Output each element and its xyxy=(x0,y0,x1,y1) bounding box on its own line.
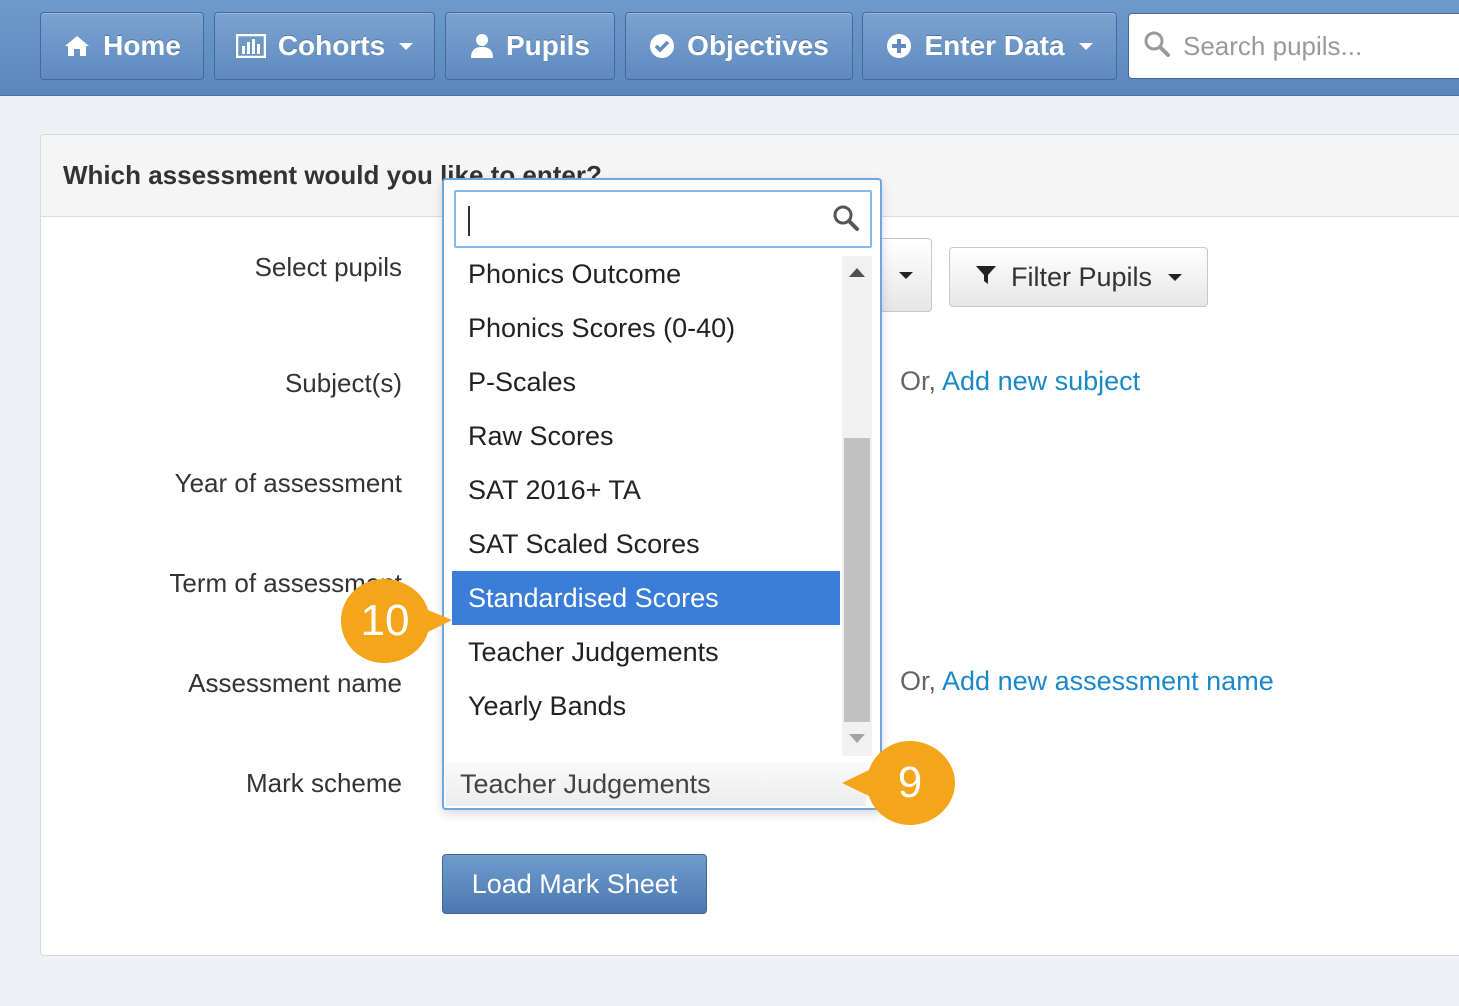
objectives-label: Objectives xyxy=(687,30,829,61)
filter-pupils-button[interactable]: Filter Pupils xyxy=(949,247,1208,307)
callout-number: 9 xyxy=(897,758,923,807)
callout-number: 10 xyxy=(360,596,410,645)
mark-scheme-dropdown[interactable]: Phonics Outcome Phonics Scores (0-40) P-… xyxy=(442,178,882,810)
plus-circle-icon xyxy=(886,33,912,59)
top-navbar: Home Cohorts Pupils Objectives Enter Dat… xyxy=(0,0,1459,96)
dropdown-option[interactable]: Phonics Outcome xyxy=(452,256,840,301)
cohorts-label: Cohorts xyxy=(277,30,386,61)
objectives-button[interactable]: Objectives xyxy=(625,12,853,80)
year-of-assessment-label: Year of assessment xyxy=(174,468,402,498)
add-subject-row: Or, Add new subject xyxy=(900,366,1140,397)
dropdown-scrollbar[interactable] xyxy=(842,256,872,756)
enter-data-button[interactable]: Enter Data xyxy=(862,12,1117,80)
text-cursor xyxy=(468,206,470,236)
load-mark-sheet-button[interactable]: Load Mark Sheet xyxy=(442,854,707,914)
step-callout-9: 9 xyxy=(838,738,960,828)
dropdown-search-input[interactable] xyxy=(454,190,872,248)
mark-scheme-label: Mark scheme xyxy=(245,768,402,798)
pupil-search[interactable] xyxy=(1128,13,1459,79)
enter-data-label: Enter Data xyxy=(924,30,1065,61)
step-callout-10: 10 xyxy=(336,576,456,666)
dropdown-option-highlighted[interactable]: Standardised Scores xyxy=(452,571,840,625)
home-icon xyxy=(63,34,91,58)
dropdown-option[interactable]: SAT 2016+ TA xyxy=(452,463,840,517)
dropdown-option[interactable]: Phonics Scores (0-40) xyxy=(452,301,840,355)
or-text: Or, xyxy=(900,666,943,696)
chevron-down-icon xyxy=(1078,42,1093,50)
mark-scheme-selected-value[interactable]: Teacher Judgements xyxy=(446,762,866,806)
chevron-down-icon xyxy=(899,271,913,279)
add-new-subject-link[interactable]: Add new subject xyxy=(942,366,1140,396)
pupils-label: Pupils xyxy=(505,30,590,61)
filter-icon xyxy=(975,262,997,293)
or-text: Or, xyxy=(900,366,943,396)
check-circle-icon xyxy=(649,33,675,59)
add-new-assessment-name-link[interactable]: Add new assessment name xyxy=(942,666,1274,696)
search-icon xyxy=(1143,30,1171,63)
cohorts-button[interactable]: Cohorts xyxy=(214,12,435,80)
search-icon xyxy=(832,204,860,237)
select-pupils-label: Select pupils xyxy=(254,252,402,282)
scroll-up-arrow-icon[interactable] xyxy=(849,268,865,277)
dropdown-option[interactable]: SAT Scaled Scores xyxy=(452,517,840,571)
dropdown-option[interactable]: Teacher Judgements xyxy=(452,625,840,679)
dropdown-options: Phonics Outcome Phonics Scores (0-40) P-… xyxy=(452,256,840,756)
dropdown-option[interactable]: Yearly Bands xyxy=(452,679,840,733)
scrollbar-thumb[interactable] xyxy=(844,438,870,722)
bar-chart-icon xyxy=(235,34,266,58)
chevron-down-icon xyxy=(399,42,414,50)
assessment-name-label: Assessment name xyxy=(188,668,402,698)
dropdown-option[interactable]: P-Scales xyxy=(452,355,840,409)
add-assessment-row: Or, Add new assessment name xyxy=(900,666,1274,697)
home-label: Home xyxy=(103,30,181,61)
home-button[interactable]: Home xyxy=(40,12,204,80)
pupils-button[interactable]: Pupils xyxy=(445,12,615,80)
chevron-down-icon xyxy=(1168,273,1183,281)
search-input[interactable] xyxy=(1183,30,1443,62)
user-icon xyxy=(470,33,494,59)
subjects-label: Subject(s) xyxy=(284,368,402,398)
filter-pupils-label: Filter Pupils xyxy=(1010,261,1153,292)
dropdown-option[interactable]: Raw Scores xyxy=(452,409,840,463)
